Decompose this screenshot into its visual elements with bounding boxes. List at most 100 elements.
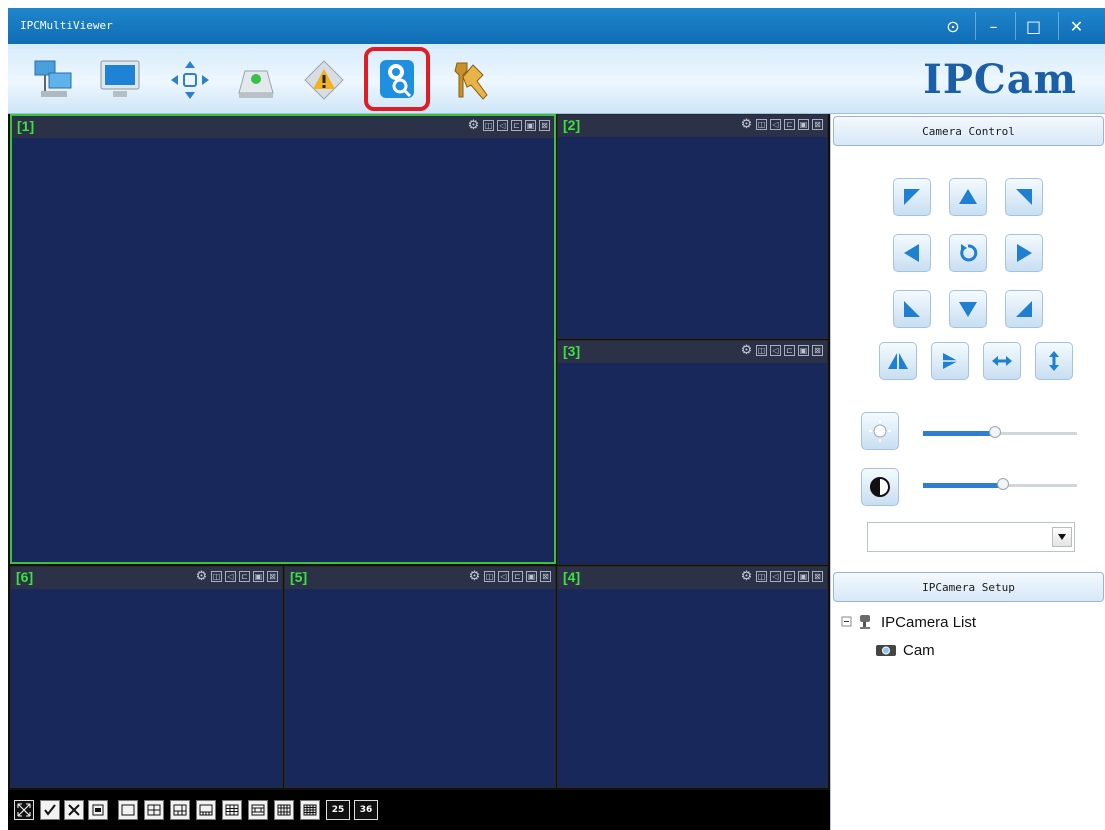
record-icon[interactable]: ▣ <box>253 571 264 582</box>
network-computers-button[interactable] <box>28 54 80 106</box>
close-pane-icon[interactable]: ⊠ <box>812 345 823 356</box>
ptz-left-button[interactable] <box>893 234 931 272</box>
ptz-right-button[interactable] <box>1005 234 1043 272</box>
mirror-button[interactable] <box>879 342 917 380</box>
record-device-button[interactable] <box>230 54 282 106</box>
snapshot-icon[interactable]: ◫ <box>484 571 495 582</box>
contrast-knob[interactable] <box>997 478 1010 490</box>
record-icon[interactable]: ▣ <box>798 571 809 582</box>
disconnect-all-button[interactable] <box>64 800 84 820</box>
audio-icon[interactable]: ◁ <box>498 571 509 582</box>
ptz-up-right-button[interactable] <box>1005 178 1043 216</box>
talk-icon[interactable]: ⊏ <box>239 571 250 582</box>
gear-icon[interactable]: ⚙ <box>195 570 208 583</box>
ptz-down-left-button[interactable] <box>893 290 931 328</box>
video-pane-2[interactable]: [2] ⚙ ◫ ◁ ⊏ ▣ ⊠ <box>557 114 828 339</box>
video-pane-5[interactable]: [5] ⚙ ◫ ◁ ⊏ ▣ ⊠ <box>284 566 556 788</box>
video-pane-4[interactable]: [4] ⚙ ◫ ◁ ⊏ ▣ ⊠ <box>557 566 828 788</box>
rotate-icon <box>960 244 978 262</box>
record-icon[interactable]: ▣ <box>525 120 536 131</box>
snapshot-icon[interactable]: ◫ <box>756 571 767 582</box>
tree-item-cam[interactable]: Cam <box>841 636 976 664</box>
settings-tools-button[interactable] <box>444 54 496 106</box>
pane-label: [6] <box>16 569 34 585</box>
ptz-up-left-button[interactable] <box>893 178 931 216</box>
audio-icon[interactable]: ◁ <box>770 119 781 130</box>
gear-icon[interactable]: ⚙ <box>740 344 753 357</box>
pane-title-bar: [3] ⚙ ◫ ◁ ⊏ ▣ ⊠ <box>558 341 827 363</box>
gear-icon[interactable]: ⚙ <box>740 118 753 131</box>
ptz-center-button[interactable] <box>949 234 987 272</box>
record-icon[interactable]: ▣ <box>526 571 537 582</box>
close-pane-icon[interactable]: ⊠ <box>812 571 823 582</box>
dropdown-button[interactable] <box>1052 527 1072 547</box>
audio-icon[interactable]: ◁ <box>225 571 236 582</box>
talk-icon[interactable]: ⊏ <box>784 345 795 356</box>
fullscreen-icon <box>17 803 31 817</box>
contrast-button[interactable] <box>861 468 899 506</box>
vertical-patrol-button[interactable] <box>1035 342 1073 380</box>
close-pane-icon[interactable]: ⊠ <box>267 571 278 582</box>
brightness-knob[interactable] <box>989 426 1002 438</box>
record-icon[interactable]: ▣ <box>798 345 809 356</box>
monitor-button[interactable] <box>94 54 146 106</box>
brightness-button[interactable] <box>861 412 899 450</box>
video-pane-3[interactable]: [3] ⚙ ◫ ◁ ⊏ ▣ ⊠ <box>557 340 828 565</box>
horizontal-patrol-button[interactable] <box>983 342 1021 380</box>
video-pane-1[interactable]: [1] ⚙ ◫ ◁ ⊏ ▣ ⊠ <box>10 114 556 564</box>
close-pane-icon[interactable]: ⊠ <box>539 120 550 131</box>
layout-10-button[interactable] <box>248 800 268 820</box>
layout-1-button[interactable] <box>118 800 138 820</box>
talk-icon[interactable]: ⊏ <box>512 571 523 582</box>
fullscreen-button[interactable] <box>14 800 34 820</box>
snapshot-all-button[interactable] <box>88 800 108 820</box>
camera-search-button[interactable] <box>364 47 430 111</box>
pane-title-bar: [5] ⚙ ◫ ◁ ⊏ ▣ ⊠ <box>285 567 555 589</box>
collapse-icon[interactable] <box>841 616 853 628</box>
ptz-down-right-button[interactable] <box>1005 290 1043 328</box>
minimize-button[interactable]: – <box>975 12 1011 40</box>
record-icon[interactable]: ▣ <box>798 119 809 130</box>
gear-icon[interactable]: ⚙ <box>468 570 481 583</box>
ptz-control-button[interactable] <box>164 54 216 106</box>
layout-8-button[interactable] <box>196 800 216 820</box>
connect-all-button[interactable] <box>40 800 60 820</box>
audio-icon[interactable]: ◁ <box>770 571 781 582</box>
snapshot-icon[interactable]: ◫ <box>756 119 767 130</box>
snapshot-icon[interactable]: ◫ <box>211 571 222 582</box>
layout-25-button[interactable]: 25 <box>326 800 350 820</box>
contrast-slider[interactable] <box>923 478 1077 490</box>
layout-36-button[interactable]: 36 <box>354 800 378 820</box>
snapshot-icon[interactable]: ◫ <box>756 345 767 356</box>
layout-6-button[interactable] <box>170 800 190 820</box>
snapshot-icon[interactable]: ◫ <box>483 120 494 131</box>
flip-button[interactable] <box>931 342 969 380</box>
brand-logo-text: IPCam <box>923 56 1077 103</box>
alarm-button[interactable] <box>298 54 350 106</box>
menu-button[interactable]: ⊙ <box>935 12 971 40</box>
brightness-slider[interactable] <box>923 426 1077 438</box>
close-pane-icon[interactable]: ⊠ <box>540 571 551 582</box>
camera-control-header[interactable]: Camera Control <box>833 116 1104 146</box>
layout-4-button[interactable] <box>144 800 164 820</box>
talk-icon[interactable]: ⊏ <box>784 571 795 582</box>
layout-9-button[interactable] <box>222 800 242 820</box>
camera-tree: IPCamera List Cam <box>841 608 976 664</box>
audio-icon[interactable]: ◁ <box>497 120 508 131</box>
video-pane-6[interactable]: [6] ⚙ ◫ ◁ ⊏ ▣ ⊠ <box>10 566 283 788</box>
tree-root-row[interactable]: IPCamera List <box>841 608 976 636</box>
layout-13-button[interactable] <box>274 800 294 820</box>
close-button[interactable]: ✕ <box>1058 12 1094 40</box>
preset-dropdown[interactable] <box>867 522 1075 552</box>
ptz-up-button[interactable] <box>949 178 987 216</box>
talk-icon[interactable]: ⊏ <box>784 119 795 130</box>
close-pane-icon[interactable]: ⊠ <box>812 119 823 130</box>
gear-icon[interactable]: ⚙ <box>467 119 480 132</box>
ptz-down-button[interactable] <box>949 290 987 328</box>
maximize-button[interactable]: □ <box>1015 12 1051 40</box>
talk-icon[interactable]: ⊏ <box>511 120 522 131</box>
layout-16-button[interactable] <box>300 800 320 820</box>
gear-icon[interactable]: ⚙ <box>740 570 753 583</box>
ipcamera-setup-header[interactable]: IPCamera Setup <box>833 572 1104 602</box>
audio-icon[interactable]: ◁ <box>770 345 781 356</box>
